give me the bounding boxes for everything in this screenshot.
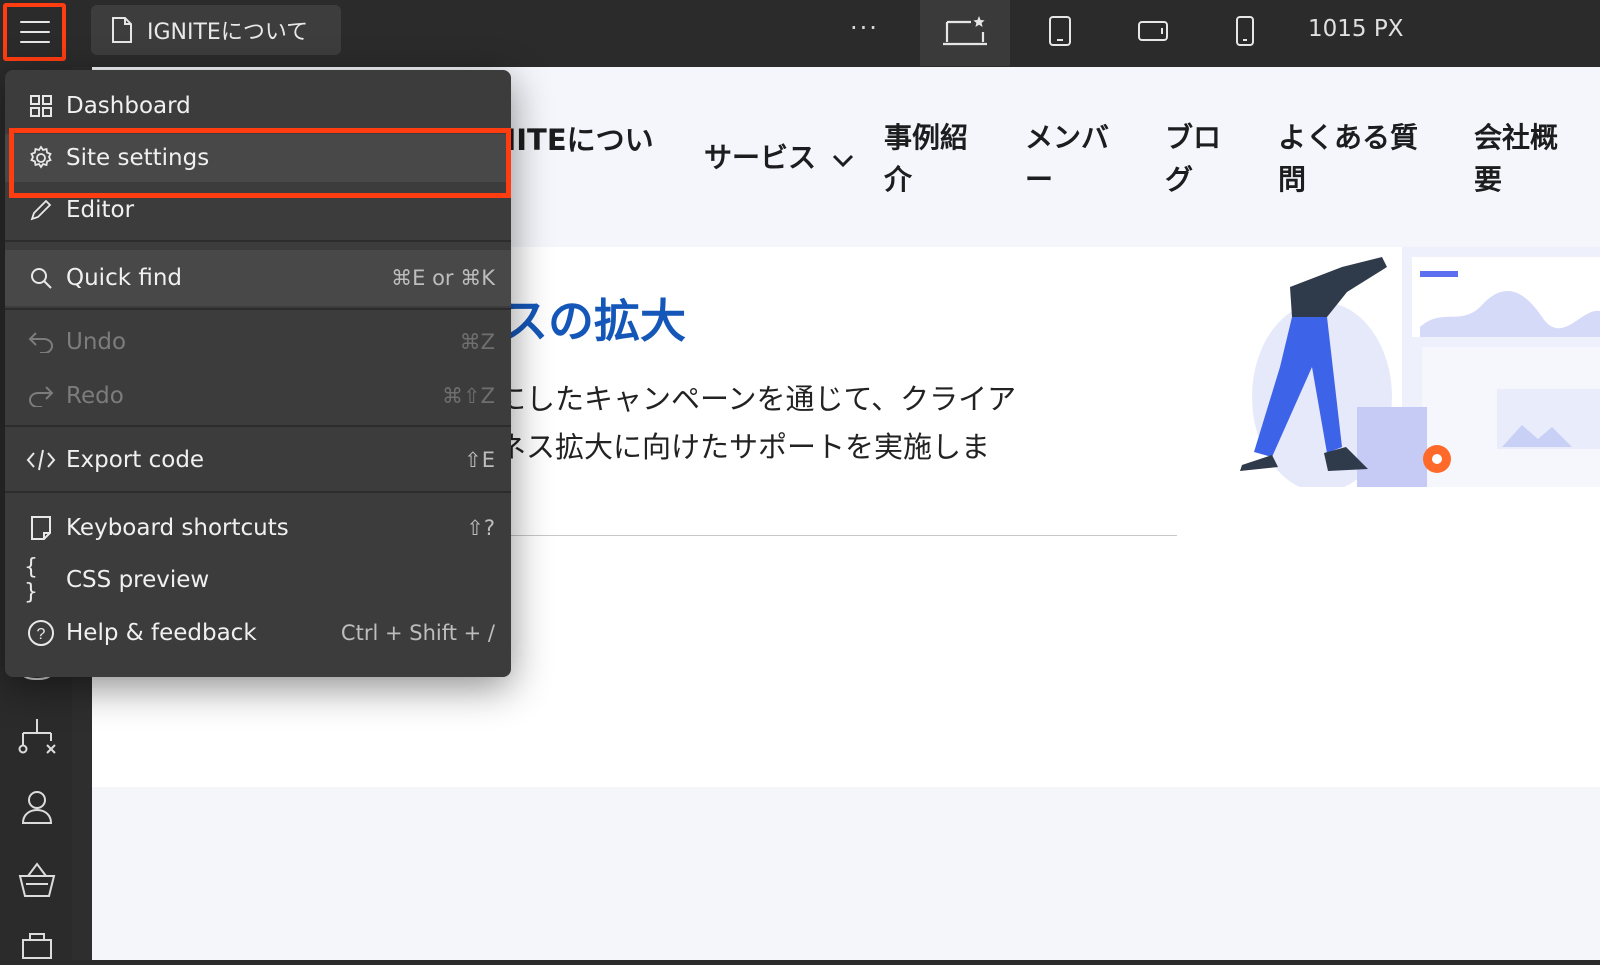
menu-item-export-code[interactable]: Export code ⇧E bbox=[5, 436, 511, 484]
menu-separator bbox=[5, 308, 511, 310]
mobile-portrait-icon bbox=[1235, 15, 1255, 51]
more-options-button[interactable]: ··· bbox=[850, 14, 879, 42]
logic-flow-icon[interactable] bbox=[17, 717, 57, 757]
tablet-breakpoint-button[interactable] bbox=[1015, 0, 1105, 66]
menu-item-quick-find[interactable]: Quick find ⌘E or ⌘K bbox=[5, 250, 511, 306]
ecommerce-basket-icon[interactable] bbox=[17, 860, 57, 900]
page-selector[interactable]: IGNITEについて bbox=[91, 5, 341, 55]
menu-item-keyboard-shortcuts[interactable]: Keyboard shortcuts ⇧? bbox=[5, 504, 511, 552]
site-logo-text[interactable]: NITEについ bbox=[492, 117, 652, 159]
menu-item-label: Undo bbox=[66, 329, 127, 355]
menu-item-help-feedback[interactable]: ? Help & feedback Ctrl + Shift + / bbox=[5, 609, 511, 657]
menu-item-undo[interactable]: Undo ⌘Z bbox=[5, 318, 511, 366]
menu-separator bbox=[5, 491, 511, 493]
menu-item-shortcut: ⌘Z bbox=[459, 330, 495, 354]
redo-icon bbox=[24, 385, 58, 407]
mobile-landscape-icon bbox=[1137, 20, 1169, 46]
nav-services-label: サービス bbox=[704, 141, 817, 174]
menu-item-label: Editor bbox=[66, 197, 135, 223]
hero-description-line-2: ネス拡大に向けたサポートを実施しま bbox=[497, 430, 991, 464]
svg-text:?: ? bbox=[37, 626, 46, 643]
main-menu-button[interactable] bbox=[3, 3, 66, 61]
hero-illustration bbox=[1240, 247, 1600, 487]
menu-item-dashboard[interactable]: Dashboard bbox=[5, 82, 511, 130]
pencil-icon bbox=[24, 198, 58, 222]
nav-blog[interactable]: ブロ グ bbox=[1165, 117, 1221, 201]
viewport-width-readout: 1015 PX bbox=[1308, 16, 1404, 42]
hero-description-line-1: にしたキャンペーンを通じて、クライア bbox=[497, 382, 1017, 416]
nav-members[interactable]: メンバ ー bbox=[1025, 117, 1109, 201]
apps-icon[interactable] bbox=[17, 925, 57, 965]
menu-item-label: Site settings bbox=[66, 145, 210, 171]
menu-separator bbox=[5, 240, 511, 242]
menu-item-shortcut: ⇧E bbox=[464, 448, 495, 472]
menu-item-label: Quick find bbox=[66, 265, 183, 291]
page-selector-label: IGNITEについて bbox=[147, 20, 309, 45]
nav-company[interactable]: 会社概 要 bbox=[1474, 117, 1558, 201]
menu-item-shortcut: Ctrl + Shift + / bbox=[340, 621, 495, 645]
below-fold-area bbox=[92, 787, 1600, 960]
grid-icon bbox=[24, 94, 58, 118]
menu-item-css-preview[interactable]: { } CSS preview bbox=[5, 555, 511, 605]
menu-item-label: Export code bbox=[66, 447, 205, 473]
hero-description: にしたキャンペーンを通じて、クライア ネス拡大に向けたサポートを実施しま bbox=[497, 375, 1177, 471]
hero-heading-text: スの拡大 bbox=[502, 294, 686, 348]
menu-item-label: Help & feedback bbox=[66, 620, 257, 646]
menu-item-label: Redo bbox=[66, 383, 124, 409]
users-icon[interactable] bbox=[17, 787, 57, 827]
menu-item-label: Dashboard bbox=[66, 93, 191, 119]
mobile-portrait-breakpoint-button[interactable] bbox=[1200, 0, 1290, 66]
menu-item-shortcut: ⇧? bbox=[466, 516, 495, 540]
mobile-landscape-breakpoint-button[interactable] bbox=[1108, 0, 1198, 66]
help-icon: ? bbox=[24, 619, 58, 647]
hero-heading: スの拡大 bbox=[502, 285, 772, 351]
chevron-down-icon bbox=[832, 138, 854, 180]
undo-icon bbox=[24, 331, 58, 353]
gear-icon bbox=[24, 145, 58, 171]
search-icon bbox=[24, 266, 58, 290]
menu-item-redo[interactable]: Redo ⌘⇧Z bbox=[5, 372, 511, 420]
menu-item-editor[interactable]: Editor bbox=[5, 186, 511, 234]
nav-case-studies[interactable]: 事例紹 介 bbox=[884, 117, 968, 201]
menu-item-shortcut: ⌘⇧Z bbox=[442, 384, 495, 408]
hamburger-icon bbox=[19, 21, 50, 43]
keyboard-icon bbox=[24, 515, 58, 541]
desktop-star-icon bbox=[941, 14, 989, 52]
desktop-breakpoint-button[interactable] bbox=[920, 0, 1010, 66]
menu-separator bbox=[5, 425, 511, 427]
braces-icon: { } bbox=[24, 555, 38, 605]
menu-item-label: Keyboard shortcuts bbox=[66, 515, 289, 541]
menu-item-label: CSS preview bbox=[66, 567, 210, 593]
code-icon bbox=[24, 448, 58, 472]
top-bar: IGNITEについて ··· 1015 PX bbox=[0, 0, 1600, 68]
nav-services[interactable]: サービス bbox=[704, 137, 854, 180]
menu-item-shortcut: ⌘E or ⌘K bbox=[391, 266, 495, 290]
nav-faq[interactable]: よくある質 問 bbox=[1278, 117, 1418, 201]
page-icon bbox=[111, 17, 133, 43]
tablet-icon bbox=[1048, 15, 1072, 51]
hero-divider bbox=[497, 535, 1177, 536]
menu-item-site-settings[interactable]: Site settings bbox=[5, 134, 511, 182]
main-menu-dropdown: Dashboard Site settings Editor Quick fin… bbox=[5, 70, 511, 677]
